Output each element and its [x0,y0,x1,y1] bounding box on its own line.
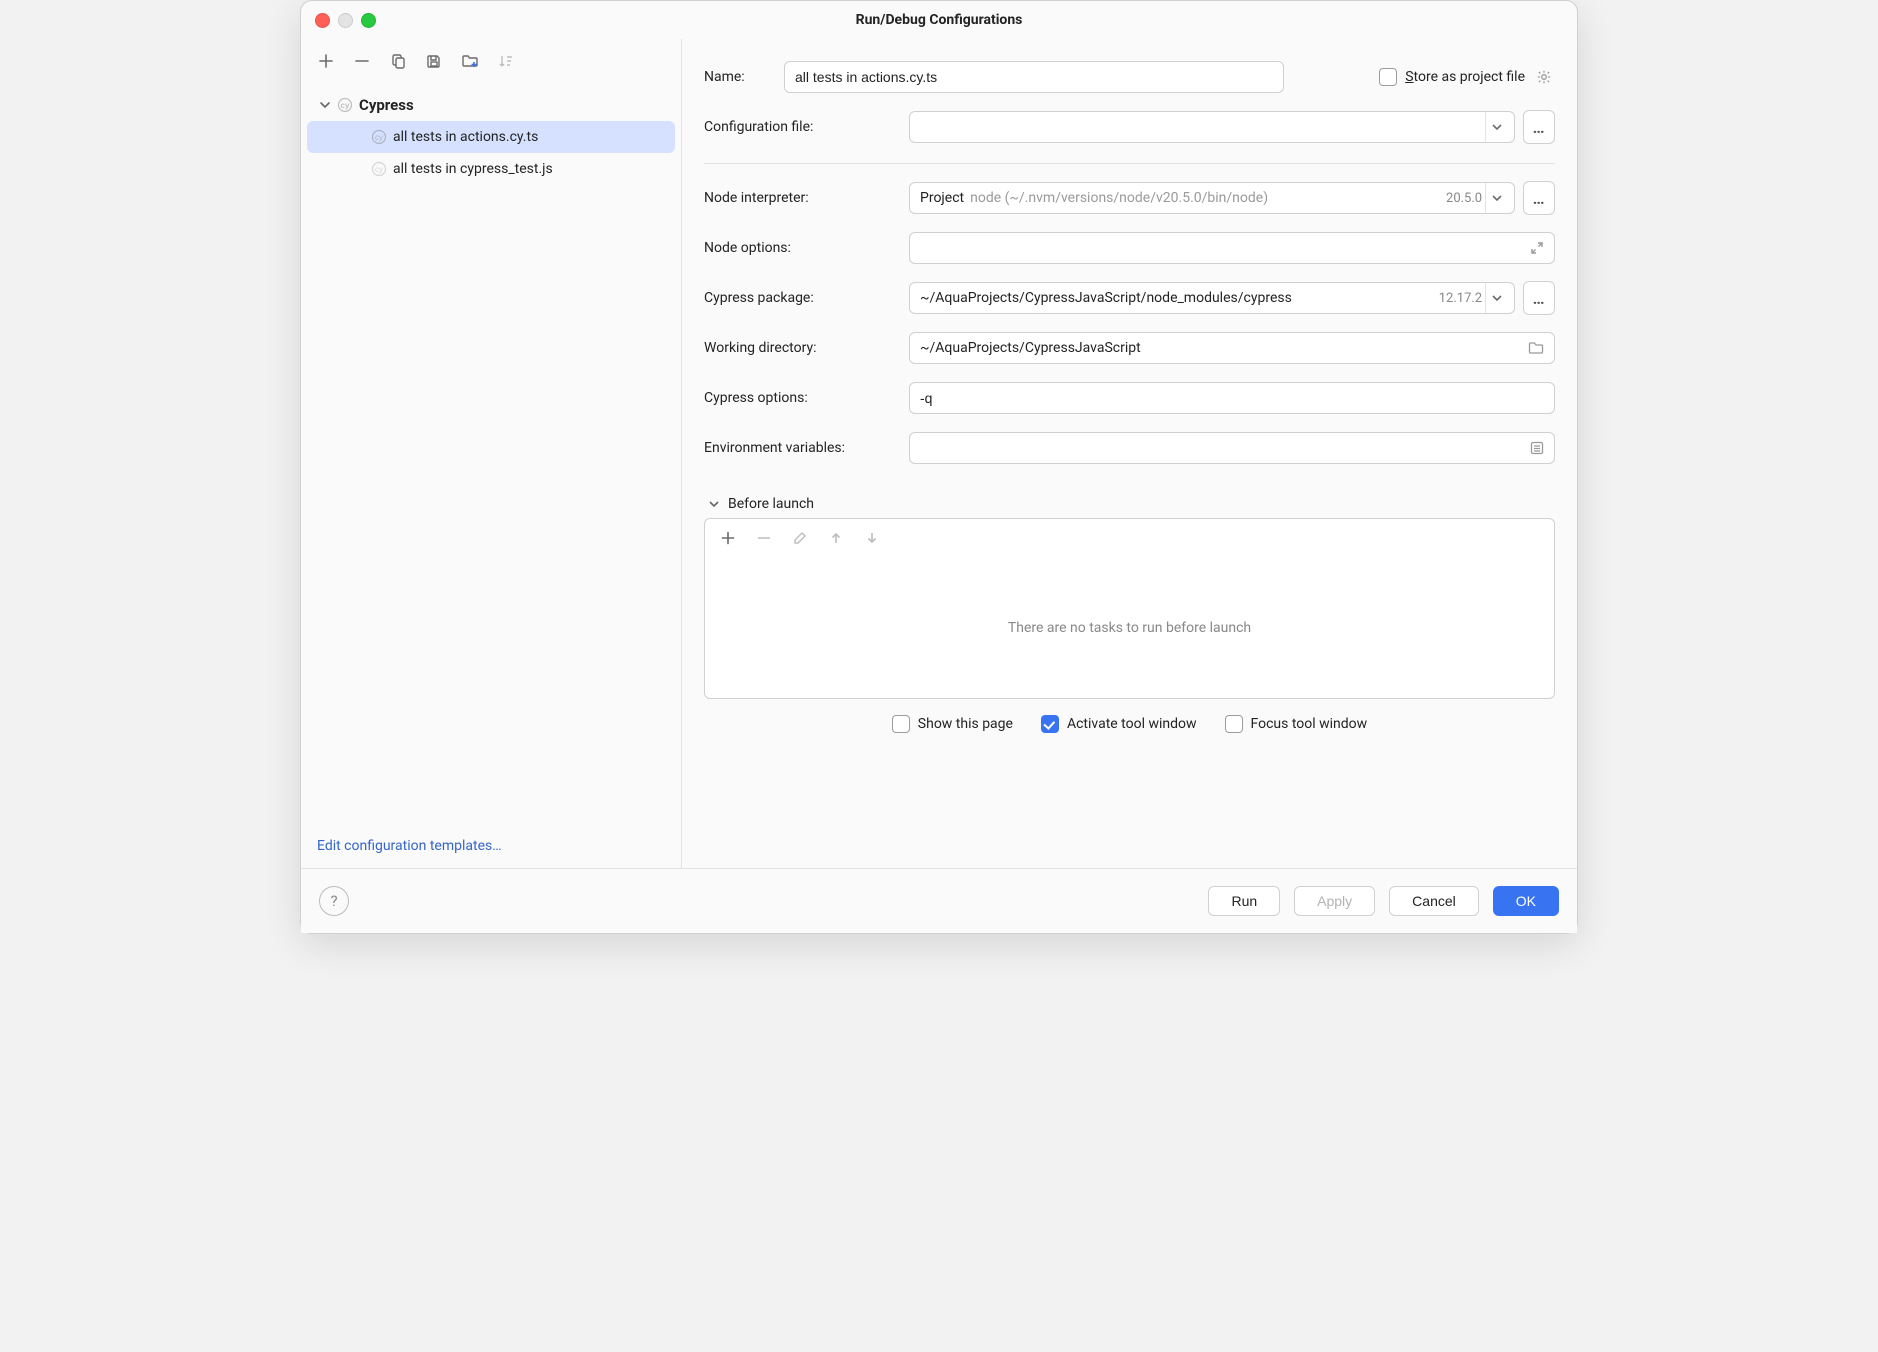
browse-button[interactable]: … [1523,181,1555,215]
move-up-icon[interactable] [825,527,847,549]
env-vars-input[interactable] [909,432,1555,464]
chevron-down-icon [319,99,331,111]
cypress-package-version: 12.17.2 [1439,291,1486,306]
tree-item[interactable]: cy all tests in cypress_test.js [301,153,681,185]
remove-config-icon[interactable] [351,50,373,72]
chevron-down-icon [1485,283,1508,313]
node-options-input[interactable] [909,232,1555,264]
svg-text:cy: cy [341,101,350,110]
store-label: Store as project file [1405,69,1525,85]
add-task-icon[interactable] [717,527,739,549]
sidebar-toolbar [301,39,681,83]
save-config-icon[interactable] [423,50,445,72]
svg-text:cy: cy [375,165,383,174]
name-label: Name: [704,69,784,85]
dialog-window: Run/Debug Configurations [300,0,1578,934]
traffic-lights [301,13,376,28]
show-page-option[interactable]: Show this page [892,715,1013,733]
node-version-badge: 20.5.0 [1446,191,1486,206]
cypress-icon: cy [371,161,387,177]
activate-window-checkbox[interactable] [1041,715,1059,733]
focus-window-label: Focus tool window [1251,716,1368,732]
before-launch-toolbar [705,519,1554,558]
node-interpreter-combo[interactable]: Project node (~/.nvm/versions/node/v20.5… [909,182,1515,214]
config-file-combo[interactable] [909,111,1515,143]
focus-window-option[interactable]: Focus tool window [1225,715,1368,733]
cypress-icon: cy [337,97,353,113]
chevron-down-icon [708,498,720,510]
store-as-project: Store as project file [1379,66,1555,88]
svg-text:cy: cy [375,133,383,142]
node-interpreter-label: Node interpreter: [704,190,909,206]
before-launch-empty: There are no tasks to run before launch [705,558,1554,698]
before-launch-box: There are no tasks to run before launch [704,518,1555,699]
tree-item-label: all tests in cypress_test.js [393,161,553,177]
list-icon[interactable] [1530,441,1544,455]
remove-task-icon[interactable] [753,527,775,549]
tree-item[interactable]: cy all tests in actions.cy.ts [307,121,675,153]
templates-folder-icon[interactable] [459,50,481,72]
zoom-window-icon[interactable] [361,13,376,28]
add-config-icon[interactable] [315,50,337,72]
main: cy Cypress cy all tests in actions.cy.ts… [301,39,1577,868]
node-interpreter-prefix: Project [920,190,964,206]
name-input[interactable] [784,61,1284,93]
cypress-options-input[interactable] [909,382,1555,414]
config-file-label: Configuration file: [704,119,909,135]
folder-icon[interactable] [1528,341,1544,355]
cypress-options-label: Cypress options: [704,390,909,406]
before-launch-options: Show this page Activate tool window Focu… [704,715,1555,733]
sidebar-footer: Edit configuration templates… [301,821,681,868]
help-icon[interactable]: ? [319,886,349,916]
separator [704,163,1555,164]
cypress-package-value: ~/AquaProjects/CypressJavaScript/node_mo… [920,290,1292,306]
working-dir-value: ~/AquaProjects/CypressJavaScript [920,340,1141,356]
cancel-button[interactable]: Cancel [1389,886,1479,916]
cypress-package-combo[interactable]: ~/AquaProjects/CypressJavaScript/node_mo… [909,282,1515,314]
name-row: Name: Store as project file [704,57,1555,97]
show-page-checkbox[interactable] [892,715,910,733]
ok-button[interactable]: OK [1493,886,1559,916]
apply-button[interactable]: Apply [1294,886,1375,916]
cypress-package-label: Cypress package: [704,290,909,306]
chevron-down-icon [1485,112,1508,142]
node-options-label: Node options: [704,240,909,256]
minimize-window-icon[interactable] [338,13,353,28]
show-page-label: Show this page [918,716,1013,732]
before-launch-label: Before launch [728,496,814,512]
window-title: Run/Debug Configurations [301,12,1577,28]
move-down-icon[interactable] [861,527,883,549]
gear-icon[interactable] [1533,66,1555,88]
form-panel: Name: Store as project file Configuratio… [682,39,1577,868]
sidebar: cy Cypress cy all tests in actions.cy.ts… [301,39,682,868]
config-tree: cy Cypress cy all tests in actions.cy.ts… [301,83,681,821]
focus-window-checkbox[interactable] [1225,715,1243,733]
tree-group-cypress[interactable]: cy Cypress [301,89,681,121]
edit-task-icon[interactable] [789,527,811,549]
edit-templates-link[interactable]: Edit configuration templates… [317,838,502,854]
copy-config-icon[interactable] [387,50,409,72]
title-bar: Run/Debug Configurations [301,1,1577,39]
activate-window-option[interactable]: Activate tool window [1041,715,1197,733]
tree-item-label: all tests in actions.cy.ts [393,129,538,145]
before-launch-header[interactable]: Before launch [708,496,1555,512]
working-dir-input[interactable]: ~/AquaProjects/CypressJavaScript [909,332,1555,364]
node-interpreter-hint: node (~/.nvm/versions/node/v20.5.0/bin/n… [970,190,1268,206]
run-button[interactable]: Run [1208,886,1280,916]
store-checkbox[interactable] [1379,68,1397,86]
sort-config-icon[interactable] [495,50,517,72]
browse-button[interactable]: … [1523,281,1555,315]
expand-icon[interactable] [1530,241,1544,255]
cypress-icon: cy [371,129,387,145]
close-window-icon[interactable] [315,13,330,28]
activate-window-label: Activate tool window [1067,716,1197,732]
working-dir-label: Working directory: [704,340,909,356]
tree-group-label: Cypress [359,96,414,114]
env-vars-label: Environment variables: [704,440,909,456]
dialog-footer: ? Run Apply Cancel OK [301,868,1577,933]
chevron-down-icon [1485,183,1508,213]
browse-button[interactable]: … [1523,110,1555,144]
